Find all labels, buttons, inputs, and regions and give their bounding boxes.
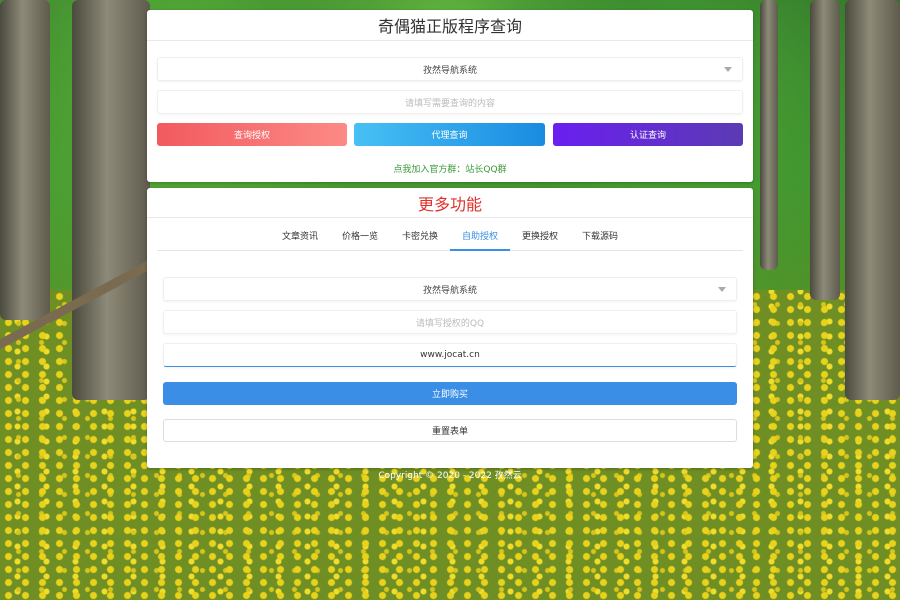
system-select-value: 孜然导航系统	[422, 65, 477, 76]
auth-system-select-value: 孜然导航系统	[422, 285, 477, 296]
reset-form-button[interactable]: 重置表单	[163, 419, 737, 442]
footer-copyright: Copyright © 2020 - 2022 孜然云	[378, 471, 522, 481]
auth-system-select[interactable]: 孜然导航系统	[163, 277, 737, 301]
tab-articles[interactable]: 文章资讯	[270, 226, 330, 251]
domain-input-value: www.jocat.cn	[420, 350, 480, 360]
tab-self-auth[interactable]: 自助授权	[450, 226, 511, 251]
domain-input[interactable]: www.jocat.cn	[163, 343, 737, 367]
query-input-placeholder: 请填写需要查询的内容	[404, 98, 495, 109]
tree-trunk	[72, 0, 150, 400]
query-panel-title: 奇偶猫正版程序查询	[147, 10, 753, 41]
query-auth-button[interactable]: 查询授权	[157, 123, 347, 146]
chevron-down-icon	[718, 287, 726, 292]
tree-trunk	[760, 0, 778, 270]
tree-trunk	[845, 0, 900, 400]
feature-tabs: 文章资讯 价格一览 卡密兑换 自助授权 更换授权 下载源码	[157, 226, 743, 251]
more-features-title: 更多功能	[147, 188, 753, 218]
qq-input[interactable]: 请填写授权的QQ	[163, 310, 737, 334]
tab-change-auth[interactable]: 更换授权	[510, 226, 570, 251]
tree-trunk	[0, 0, 50, 320]
buy-now-button[interactable]: 立即购买	[163, 382, 737, 405]
more-features-panel: 更多功能 文章资讯 价格一览 卡密兑换 自助授权 更换授权 下载源码 孜然导航系…	[147, 188, 753, 468]
cert-query-button[interactable]: 认证查询	[553, 123, 743, 146]
chevron-down-icon	[724, 67, 732, 72]
agent-query-button[interactable]: 代理查询	[354, 123, 545, 146]
query-input[interactable]: 请填写需要查询的内容	[157, 90, 743, 114]
query-panel: 奇偶猫正版程序查询 孜然导航系统 请填写需要查询的内容 查询授权 代理查询 认证…	[147, 10, 753, 182]
qq-input-placeholder: 请填写授权的QQ	[415, 318, 485, 329]
tab-download-source[interactable]: 下载源码	[570, 226, 630, 251]
tab-card-redeem[interactable]: 卡密兑换	[390, 226, 450, 251]
tree-trunk	[810, 0, 840, 300]
tab-prices[interactable]: 价格一览	[330, 226, 390, 251]
join-group-link[interactable]: 点我加入官方群：站长QQ群	[147, 162, 753, 175]
system-select[interactable]: 孜然导航系统	[157, 57, 743, 81]
